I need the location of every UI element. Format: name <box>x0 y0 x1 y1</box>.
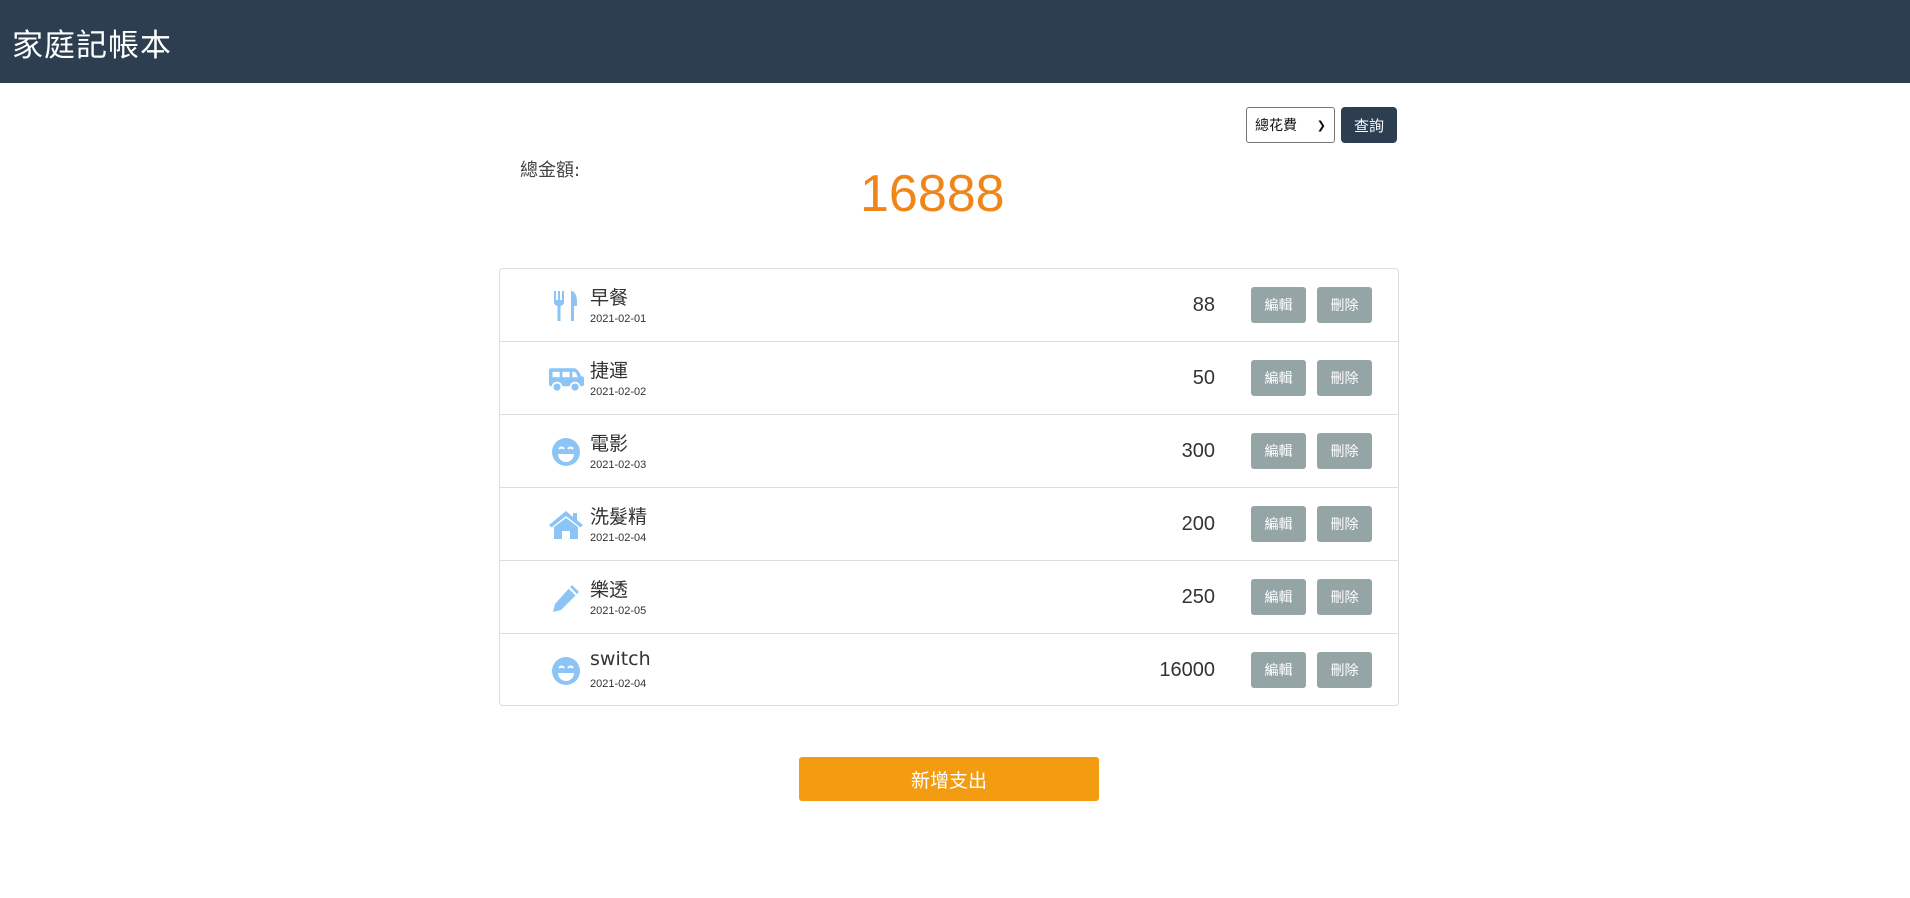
expense-date: 2021-02-01 <box>590 313 647 325</box>
expense-date: 2021-02-04 <box>590 678 647 690</box>
expense-list: 早餐 2021-02-01 88 編輯 刪除 捷運 2021-02-02 50 … <box>499 268 1399 706</box>
van-icon <box>548 362 584 396</box>
smile-icon <box>548 435 584 469</box>
expense-name: 電影 <box>590 433 629 455</box>
top-navbar: 家庭記帳本 <box>0 0 1910 83</box>
expense-row: 電影 2021-02-03 300 編輯 刪除 <box>500 415 1398 488</box>
smile-icon <box>548 654 584 688</box>
total-amount: 16888 <box>860 165 1005 223</box>
total-label: 總金額: <box>520 160 581 181</box>
expense-date: 2021-02-05 <box>590 605 647 617</box>
filter-select-value: 總花費 <box>1255 118 1297 134</box>
expense-date: 2021-02-03 <box>590 459 647 471</box>
expense-amount: 300 <box>1181 440 1215 462</box>
chevron-down-icon: ❯ <box>1316 118 1326 132</box>
delete-button[interactable]: 刪除 <box>1317 433 1372 469</box>
delete-button[interactable]: 刪除 <box>1317 652 1372 688</box>
expense-amount: 16000 <box>1159 659 1215 681</box>
expense-date: 2021-02-04 <box>590 532 647 544</box>
add-expense-button[interactable]: 新增支出 <box>799 757 1099 801</box>
expense-row: 早餐 2021-02-01 88 編輯 刪除 <box>500 269 1398 342</box>
expense-amount: 88 <box>1192 294 1215 316</box>
delete-button[interactable]: 刪除 <box>1317 579 1372 615</box>
expense-name: switch <box>590 648 651 670</box>
edit-button[interactable]: 編輯 <box>1251 433 1306 469</box>
expense-row: 樂透 2021-02-05 250 編輯 刪除 <box>500 561 1398 634</box>
expense-row: 洗髮精 2021-02-04 200 編輯 刪除 <box>500 488 1398 561</box>
expense-amount: 50 <box>1192 367 1215 389</box>
edit-button[interactable]: 編輯 <box>1251 360 1306 396</box>
expense-row: switch 2021-02-04 16000 編輯 刪除 <box>500 634 1398 707</box>
expense-name: 捷運 <box>590 360 629 382</box>
expense-date: 2021-02-02 <box>590 386 647 398</box>
edit-button[interactable]: 編輯 <box>1251 506 1306 542</box>
query-button[interactable]: 查詢 <box>1341 107 1397 143</box>
expense-name: 早餐 <box>590 287 629 309</box>
expense-name: 洗髮精 <box>590 506 648 528</box>
edit-button[interactable]: 編輯 <box>1251 287 1306 323</box>
edit-button[interactable]: 編輯 <box>1251 579 1306 615</box>
utensils-icon <box>548 289 584 323</box>
filter-select[interactable]: 總花費 ❯ <box>1246 107 1335 143</box>
app-title: 家庭記帳本 <box>12 28 172 64</box>
expense-name: 樂透 <box>590 579 629 601</box>
pencil-icon <box>548 581 584 615</box>
delete-button[interactable]: 刪除 <box>1317 287 1372 323</box>
delete-button[interactable]: 刪除 <box>1317 360 1372 396</box>
edit-button[interactable]: 編輯 <box>1251 652 1306 688</box>
delete-button[interactable]: 刪除 <box>1317 506 1372 542</box>
expense-row: 捷運 2021-02-02 50 編輯 刪除 <box>500 342 1398 415</box>
expense-amount: 250 <box>1181 586 1215 608</box>
expense-amount: 200 <box>1181 513 1215 535</box>
home-icon <box>548 508 584 542</box>
